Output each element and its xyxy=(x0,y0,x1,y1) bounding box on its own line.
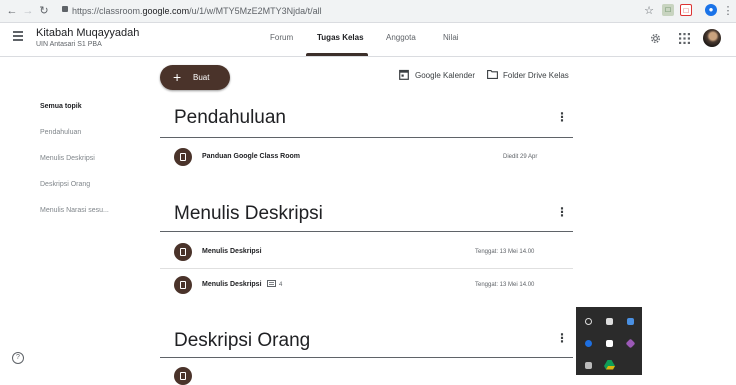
help-icon[interactable]: ? xyxy=(12,352,24,364)
topic-menu-icon[interactable]: ⋮ xyxy=(556,205,568,219)
tab-anggota[interactable]: Anggota xyxy=(386,33,416,42)
classwork-item-due: Tenggat: 13 Mei 14.00 xyxy=(475,282,535,288)
classwork-item-title[interactable]: Menulis Deskripsi xyxy=(202,248,262,255)
address-bar[interactable]: https://classroom.google.com/u/1/w/MTY5M… xyxy=(72,4,322,18)
topic-menu-icon[interactable]: ⋮ xyxy=(556,110,568,124)
forward-icon[interactable]: → xyxy=(22,4,34,18)
sidebar-item-all-topics[interactable]: Semua topik xyxy=(40,103,82,110)
bluetooth-icon[interactable] xyxy=(585,340,592,347)
tray-app-icon[interactable] xyxy=(627,318,634,325)
classwork-item-due: Tenggat: 13 Mei 14.00 xyxy=(475,249,535,255)
url-path: /u/1/w/MTY5MzE2MTY3Njda/t/all xyxy=(189,6,322,16)
material-icon xyxy=(174,148,192,166)
sidebar-item-menulis-narasi[interactable]: Menulis Narasi sesu... xyxy=(40,207,109,214)
classwork-item-title[interactable]: Panduan Google Class Room xyxy=(202,153,300,160)
topic-divider xyxy=(160,137,573,138)
topic-title[interactable]: Deskripsi Orang xyxy=(174,330,310,352)
create-button-label: Buat xyxy=(193,73,210,82)
extension-icon[interactable]: □ xyxy=(680,4,692,16)
sidebar-item-deskripsi-orang[interactable]: Deskripsi Orang xyxy=(40,181,90,188)
lock-icon xyxy=(62,6,68,12)
topic-divider xyxy=(160,357,573,358)
plus-icon: + xyxy=(173,69,182,85)
reload-icon[interactable]: ↻ xyxy=(38,4,50,18)
url-host: google.com xyxy=(142,6,190,16)
tab-tugas-kelas[interactable]: Tugas Kelas xyxy=(317,33,364,42)
active-tab-indicator xyxy=(306,53,368,56)
google-calendar-link[interactable]: Google Kalender xyxy=(415,71,475,80)
tray-app-icon[interactable] xyxy=(585,318,592,325)
comment-count: 4 xyxy=(279,282,283,288)
sidebar-item-pendahuluan[interactable]: Pendahuluan xyxy=(40,129,81,136)
drive-folder-link[interactable]: Folder Drive Kelas xyxy=(503,71,569,80)
assignment-icon xyxy=(174,276,192,294)
star-icon[interactable]: ☆ xyxy=(643,4,655,18)
topic-menu-icon[interactable]: ⋮ xyxy=(556,331,568,345)
profile-icon[interactable]: ● xyxy=(705,4,717,16)
folder-icon xyxy=(487,70,498,79)
kebab-icon[interactable]: ⋮ xyxy=(722,4,734,18)
tab-forum[interactable]: Forum xyxy=(270,33,293,42)
row-divider xyxy=(160,268,573,269)
comment-icon xyxy=(267,280,276,287)
cursor-icon[interactable] xyxy=(585,362,592,369)
create-button[interactable]: + Buat xyxy=(160,65,230,90)
hamburger-menu-icon[interactable] xyxy=(13,31,23,43)
class-title[interactable]: Kitabah Muqayyadah xyxy=(36,27,139,39)
topic-divider xyxy=(160,231,573,232)
topic-title[interactable]: Pendahuluan xyxy=(174,107,286,129)
extension-icon[interactable]: □ xyxy=(662,4,674,16)
usb-icon[interactable] xyxy=(606,318,613,325)
assignment-icon xyxy=(174,367,192,385)
calendar-icon xyxy=(399,69,409,80)
classwork-item-title[interactable]: Menulis Deskripsi xyxy=(202,281,262,288)
tray-app-icon[interactable] xyxy=(606,340,613,347)
sidebar-item-menulis-deskripsi[interactable]: Menulis Deskripsi xyxy=(40,155,95,162)
classwork-item-meta: Diedit 29 Apr xyxy=(503,154,538,160)
url-prefix: https://classroom. xyxy=(72,6,143,16)
assignment-icon xyxy=(174,243,192,261)
class-subtitle: UIN Antasari S1 PBA xyxy=(36,41,102,48)
google-drive-icon[interactable] xyxy=(604,360,615,370)
back-icon[interactable]: ← xyxy=(6,4,18,18)
apps-grid-icon[interactable] xyxy=(679,33,690,44)
topic-title[interactable]: Menulis Deskripsi xyxy=(174,203,323,225)
tab-nilai[interactable]: Nilai xyxy=(443,33,459,42)
user-avatar[interactable] xyxy=(703,29,721,47)
settings-icon[interactable] xyxy=(649,32,662,45)
